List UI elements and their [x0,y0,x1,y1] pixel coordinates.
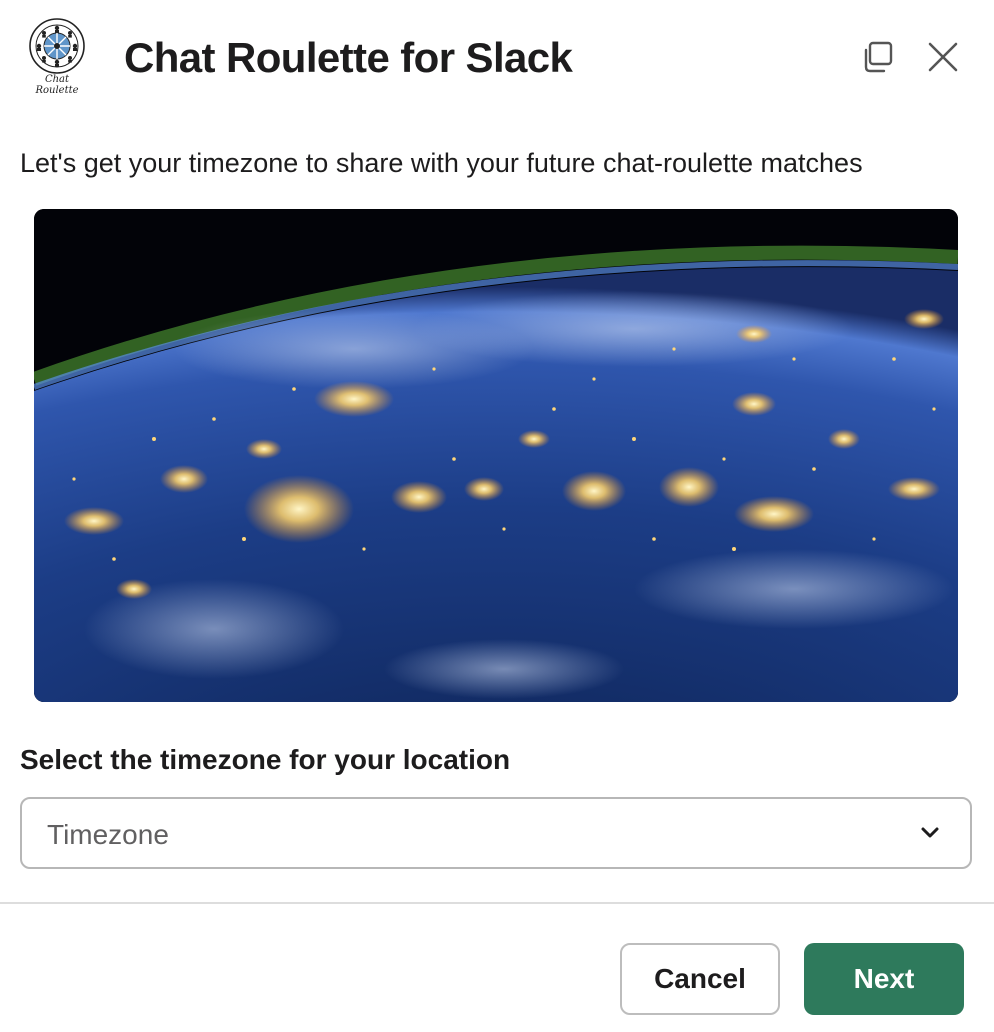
intro-text: Let's get your timezone to share with yo… [20,148,863,178]
timezone-field-label: Select the timezone for your location [20,744,511,775]
close-icon [928,42,958,72]
app-logo: Chat Roulette [24,18,90,96]
logo-caption: Chat Roulette [35,74,79,96]
modal-dialog: Chat Roulette Chat Roulette for Slack Le… [0,0,994,1032]
close-button[interactable] [922,36,964,78]
popout-icon [864,41,893,73]
earth-at-night-image [34,209,958,702]
timezone-select[interactable]: Timezone [20,797,972,869]
modal-header: Chat Roulette Chat Roulette for Slack [0,0,994,120]
roulette-wheel-logo [29,18,85,74]
timezone-select-placeholder: Timezone [47,819,169,850]
chevron-down-icon [920,823,940,848]
popout-button[interactable] [856,36,898,78]
cancel-button[interactable]: Cancel [620,943,780,1015]
footer-divider [0,902,994,904]
next-button[interactable]: Next [804,943,964,1015]
modal-title: Chat Roulette for Slack [124,34,573,81]
